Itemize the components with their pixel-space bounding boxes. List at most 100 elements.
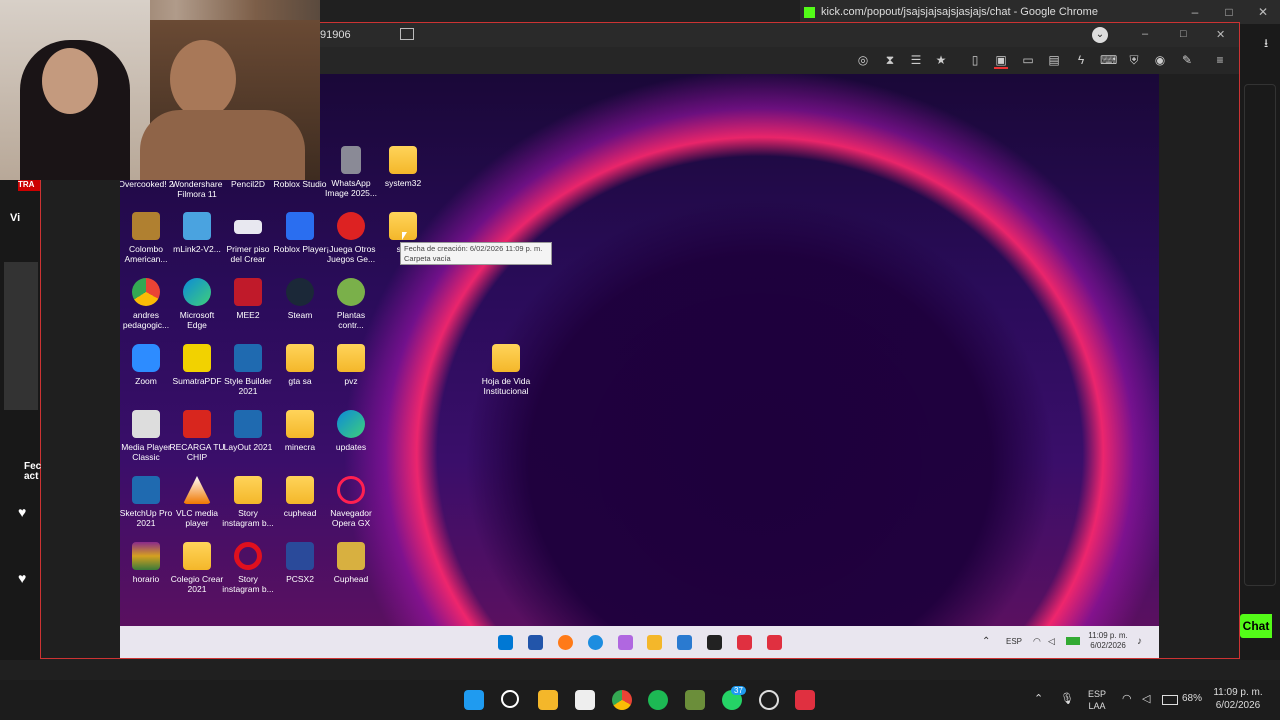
- minimize-button[interactable]: –: [1178, 0, 1212, 24]
- battery-icon[interactable]: [1162, 695, 1178, 705]
- desktop-icon[interactable]: Colegio Crear 2021: [169, 542, 225, 594]
- windows-start-icon[interactable]: [498, 635, 513, 650]
- desktop-icon[interactable]: Story instagram b...: [220, 476, 276, 528]
- keyboard-icon[interactable]: ⌨: [1100, 53, 1117, 67]
- minecraft-icon[interactable]: [685, 690, 705, 710]
- minimize-button[interactable]: –: [1142, 28, 1148, 40]
- desktop-icon[interactable]: MEE2: [220, 278, 276, 320]
- snipping-tool-icon[interactable]: [677, 635, 692, 650]
- close-button[interactable]: ✕: [1246, 0, 1280, 24]
- desktop-icon[interactable]: ¡Juega Otros Juegos Ge...: [323, 212, 379, 264]
- desktop-icon[interactable]: pvz: [323, 344, 379, 386]
- desktop-icon[interactable]: Plantas contr...: [323, 278, 379, 330]
- firefox-icon[interactable]: [558, 635, 573, 650]
- participant-thumbnail[interactable]: [4, 262, 38, 410]
- spotify-icon[interactable]: [648, 690, 668, 710]
- chrome-icon[interactable]: [612, 690, 632, 710]
- chevron-up-icon[interactable]: ⌃: [982, 636, 990, 647]
- desktop-icon[interactable]: Style Builder 2021: [220, 344, 276, 396]
- desktop-icon[interactable]: SketchUp Pro 2021: [120, 476, 174, 528]
- desktop-icon[interactable]: Roblox Player: [272, 212, 328, 254]
- view-label[interactable]: Vi: [10, 212, 20, 224]
- maximize-button[interactable]: □: [1212, 0, 1246, 24]
- desktop-icon[interactable]: Microsoft Edge: [169, 278, 225, 330]
- desktop-icon[interactable]: PCSX2: [272, 542, 328, 584]
- chevron-down-icon[interactable]: ⌄: [1092, 27, 1108, 43]
- anydesk-icon[interactable]: [795, 690, 815, 710]
- clock[interactable]: 11:09 p. m. 6/02/2026: [1208, 686, 1268, 712]
- volume-icon[interactable]: ◁: [1048, 636, 1055, 647]
- desktop-icon[interactable]: mLink2-V2...: [169, 212, 225, 254]
- store-icon[interactable]: [528, 635, 543, 650]
- anydesk-icon[interactable]: [767, 635, 782, 650]
- desktop-icon[interactable]: cuphead: [272, 476, 328, 518]
- heart-icon[interactable]: ♥: [18, 570, 26, 586]
- desktop-icon[interactable]: Zoom: [120, 344, 174, 386]
- anydesk-icon[interactable]: [737, 635, 752, 650]
- desktop-icon[interactable]: Overcooked! 2: [120, 179, 174, 189]
- wifi-icon[interactable]: ◠: [1033, 636, 1041, 647]
- volume-icon[interactable]: ◁: [1142, 692, 1150, 705]
- display-icon[interactable]: ▭: [1021, 53, 1035, 67]
- chat-button[interactable]: Chat: [1240, 614, 1272, 638]
- hourglass-icon[interactable]: ⧗: [883, 53, 897, 67]
- file-explorer-icon[interactable]: [647, 635, 662, 650]
- desktop-icon[interactable]: Roblox Studio: [272, 179, 328, 189]
- desktop-icon[interactable]: WhatsApp Image 2025...: [323, 146, 379, 198]
- desktop-icon[interactable]: LayOut 2021: [220, 410, 276, 452]
- file-explorer-icon[interactable]: [538, 690, 558, 710]
- desktop-icon[interactable]: RECARGA TU CHIP: [169, 410, 225, 462]
- copilot-icon[interactable]: [618, 635, 633, 650]
- microphone-icon[interactable]: 🎙: [1060, 692, 1074, 705]
- desktop-icon[interactable]: Cuphead: [323, 542, 379, 584]
- terminal-icon[interactable]: [707, 635, 722, 650]
- desktop-icon[interactable]: Wondershare Filmora 11: [169, 179, 225, 199]
- chrome-window-titlebar[interactable]: kick.com/popout/jsajsjajsajsjasjajs/chat…: [800, 0, 1280, 24]
- notification-bell-icon[interactable]: ♪: [1137, 636, 1142, 647]
- desktop-icon[interactable]: Pencil2D: [220, 179, 276, 189]
- desktop-icon[interactable]: SumatraPDF: [169, 344, 225, 386]
- desktop-icon[interactable]: system32: [375, 146, 431, 188]
- database-icon[interactable]: ☰: [909, 53, 923, 67]
- desktop-icon[interactable]: horario: [120, 542, 174, 584]
- shield-icon[interactable]: ⛨: [1127, 53, 1141, 67]
- store-icon[interactable]: [575, 690, 595, 710]
- remote-clock[interactable]: 11:09 p. m. 6/02/2026: [1086, 631, 1130, 651]
- battery-icon[interactable]: [1066, 637, 1080, 645]
- download-icon[interactable]: ⭳: [1264, 34, 1278, 50]
- remote-window-titlebar[interactable]: 91906 ⌄ – □ ✕: [320, 23, 1239, 47]
- desktop-icon[interactable]: Colombo American...: [120, 212, 174, 264]
- close-button[interactable]: ✕: [1216, 28, 1225, 41]
- desktop-icon[interactable]: Navegador Opera GX: [323, 476, 379, 528]
- file-icon[interactable]: ▯: [968, 53, 982, 67]
- language-indicator[interactable]: ESP: [1006, 637, 1022, 646]
- desktop-icon[interactable]: VLC media player: [169, 476, 225, 528]
- menu-icon[interactable]: ≡: [1213, 53, 1227, 67]
- wifi-icon[interactable]: ◠: [1122, 692, 1132, 705]
- lightning-icon[interactable]: ϟ: [1074, 53, 1088, 67]
- desktop-icon[interactable]: Story instagram b...: [220, 542, 276, 594]
- desktop-icon[interactable]: minecra: [272, 410, 328, 452]
- desktop-icon[interactable]: updates: [323, 410, 379, 452]
- chevron-up-icon[interactable]: ⌃: [1034, 692, 1043, 705]
- screen-icon[interactable]: [400, 28, 414, 40]
- windows-start-icon[interactable]: [464, 690, 484, 710]
- steam-icon[interactable]: [759, 690, 779, 710]
- star-icon[interactable]: ★: [934, 53, 948, 67]
- message-icon[interactable]: ▤: [1047, 53, 1061, 67]
- edge-icon[interactable]: [588, 635, 603, 650]
- desktop-icon[interactable]: gta sa: [272, 344, 328, 386]
- chat-icon[interactable]: ◎: [856, 53, 870, 67]
- language-indicator[interactable]: ESP LAA: [1088, 688, 1106, 712]
- record-icon[interactable]: ◉: [1153, 53, 1167, 67]
- search-icon[interactable]: [501, 690, 519, 708]
- desktop-icon[interactable]: Hoja de Vida Institucional: [478, 344, 534, 396]
- desktop-icon[interactable]: Steam: [272, 278, 328, 320]
- monitor-select-icon[interactable]: ▣: [994, 53, 1008, 69]
- desktop-icon[interactable]: Primer piso del Crear: [220, 212, 276, 264]
- pen-icon[interactable]: ✎: [1180, 53, 1194, 67]
- desktop-icon[interactable]: andres pedagogic...: [120, 278, 174, 330]
- heart-icon[interactable]: ♥: [18, 504, 26, 520]
- maximize-button[interactable]: □: [1180, 28, 1187, 40]
- desktop-icon[interactable]: Media Player Classic: [120, 410, 174, 462]
